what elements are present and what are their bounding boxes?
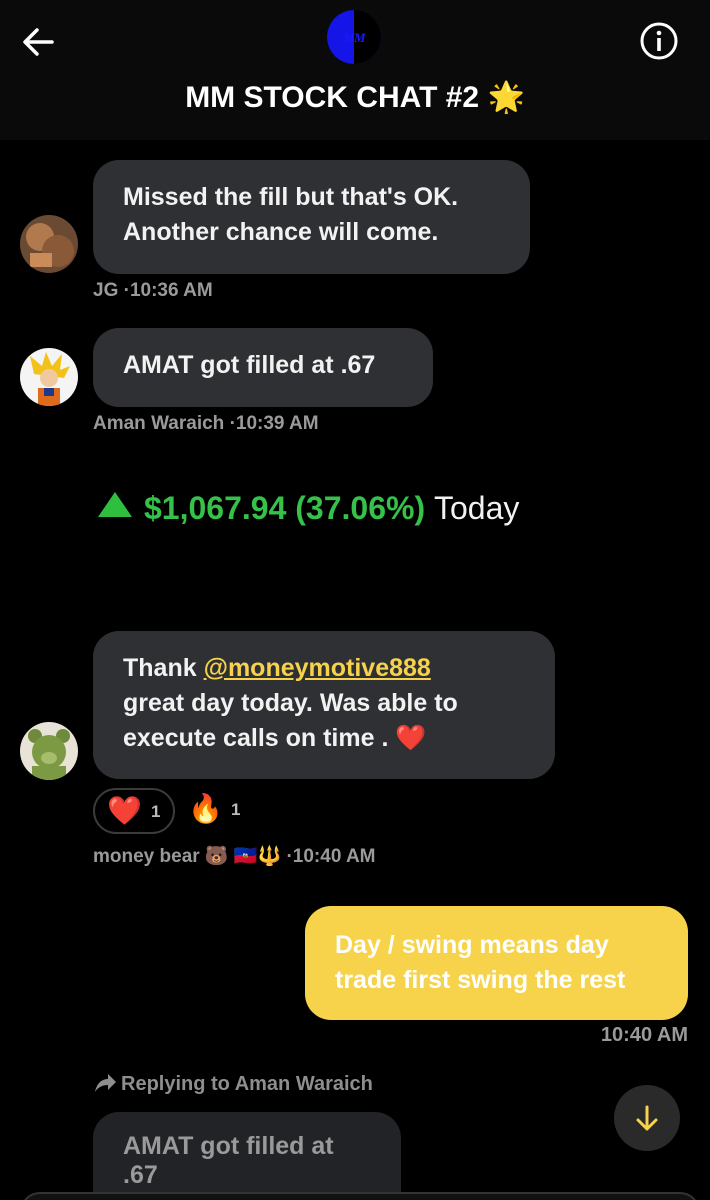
message-time: ·10:36 AM [123, 280, 213, 301]
message-line: Day / swing means day [335, 931, 609, 959]
reply-arrow-icon [95, 1074, 116, 1092]
group-logo[interactable]: MM [327, 10, 381, 64]
message-composer[interactable] [20, 1192, 700, 1200]
message-line: execute calls on time . ❤️ [123, 721, 525, 756]
message-meta: money bear 🐻 🇭🇹🔱 ·10:40 AM [93, 844, 376, 868]
author-name[interactable]: Aman Waraich [93, 413, 224, 434]
message-line: Another chance will come. [123, 218, 439, 246]
arrow-left-icon [23, 28, 54, 56]
info-button[interactable] [638, 20, 680, 62]
message-time: ·10:40 AM [286, 846, 376, 867]
message-bubble[interactable]: Missed the fill but that's OK. Another c… [93, 160, 530, 274]
own-message-time: 10:40 AM [600, 1024, 688, 1046]
pnl-period: Today [433, 490, 520, 526]
info-circle-icon [640, 22, 678, 60]
scroll-to-bottom-button[interactable] [614, 1085, 680, 1151]
reaction-fire[interactable]: 🔥 1 [186, 788, 256, 834]
author-name[interactable]: JG [93, 280, 118, 301]
arrow-down-icon [636, 1105, 658, 1131]
message-bubble[interactable]: Thank @moneymotive888 great day today. W… [93, 631, 555, 779]
avatar-money-bear[interactable] [20, 722, 78, 780]
back-button[interactable] [18, 22, 58, 62]
message-line: AMAT got filled at .67 [123, 351, 376, 379]
message-line: Thank @moneymotive888 [123, 651, 525, 686]
message-line: Missed the fill but that's OK. [123, 183, 459, 211]
pnl-percent: (37.06%) [295, 490, 426, 526]
quoted-text: AMAT got filled at .67 [123, 1132, 334, 1189]
chat-header: MM MM STOCK CHAT #2 🌟 [0, 0, 710, 140]
mention-link[interactable]: @moneymotive888 [204, 654, 431, 682]
message-text: Thank [123, 654, 204, 682]
reaction-count: 1 [151, 802, 161, 821]
reply-indicator: Replying to Aman Waraich [93, 1072, 373, 1096]
message-text: execute calls on time . [123, 724, 389, 752]
message-line: great day today. Was able to [123, 689, 458, 717]
up-arrow-icon [98, 492, 132, 517]
author-name[interactable]: money bear 🐻 🇭🇹🔱 [93, 846, 281, 867]
own-message-bubble[interactable]: Day / swing means day trade first swing … [305, 906, 688, 1020]
message-meta: JG ·10:36 AM [93, 280, 213, 302]
avatar-jg[interactable] [20, 215, 78, 273]
message-meta: Aman Waraich ·10:39 AM [93, 413, 319, 435]
star-emoji: 🌟 [487, 81, 525, 114]
message-line: trade first swing the rest [335, 966, 626, 994]
chat-title-text: MM STOCK CHAT #2 [185, 81, 480, 114]
reply-label: Replying to Aman Waraich [121, 1073, 373, 1095]
reaction-count: 1 [231, 800, 241, 819]
chat-title[interactable]: MM STOCK CHAT #2 🌟 [0, 80, 710, 115]
heart-icon: ❤️ [107, 795, 142, 826]
message-bubble[interactable]: AMAT got filled at .67 [93, 328, 433, 407]
logo-text: MM [343, 30, 365, 45]
pnl-amount: $1,067.94 [144, 490, 287, 526]
avatar-aman-waraich[interactable] [20, 348, 78, 406]
fire-icon: 🔥 [188, 793, 223, 824]
pnl-summary: $1,067.94 (37.06%) Today [98, 490, 519, 527]
message-time: ·10:39 AM [229, 413, 319, 434]
reaction-heart[interactable]: ❤️ 1 [93, 788, 175, 834]
quoted-message[interactable]: AMAT got filled at .67 [93, 1112, 401, 1200]
heart-emoji: ❤️ [395, 724, 427, 752]
